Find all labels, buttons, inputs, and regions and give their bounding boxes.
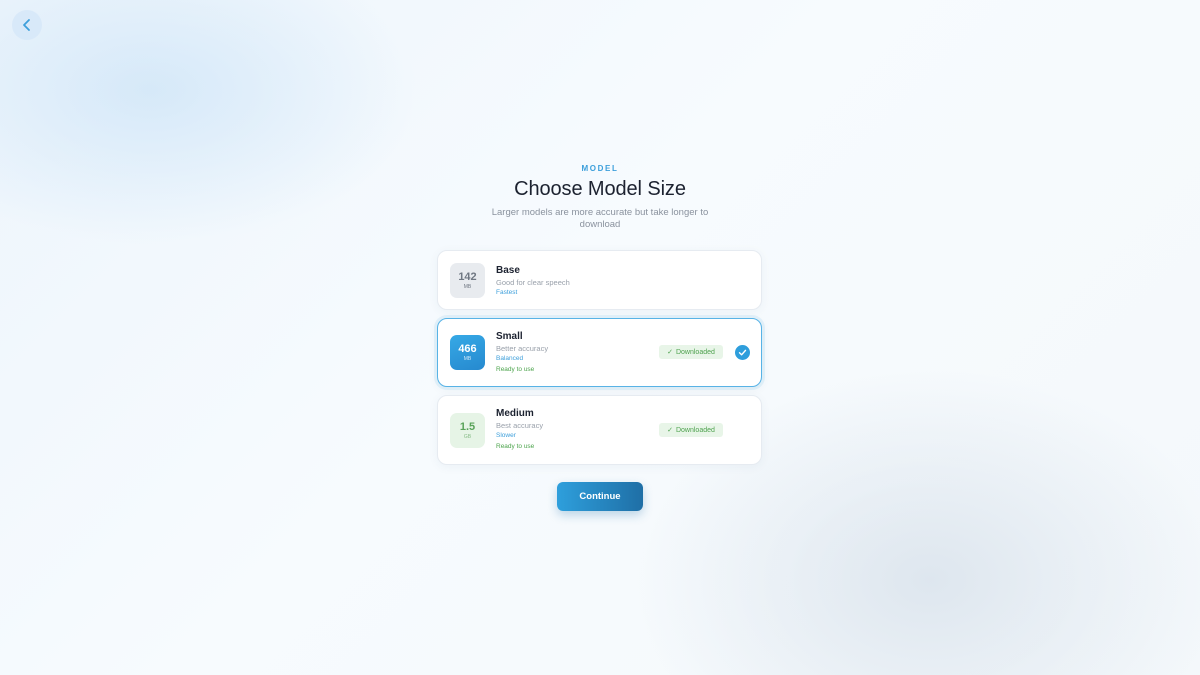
model-info: Small Better accuracy Balanced Ready to …: [496, 331, 548, 375]
page-title: Choose Model Size: [514, 178, 686, 200]
model-info: Medium Best accuracy Slower Ready to use: [496, 408, 543, 452]
badge-label: Downloaded: [675, 348, 715, 356]
model-size-tile: 142 MB: [450, 263, 485, 298]
model-size-value: 466: [458, 342, 477, 355]
model-size-tile: 1.5 GB: [450, 413, 485, 448]
check-icon: ✓: [667, 427, 673, 434]
model-selection-screen: MODEL Choose Model Size Larger models ar…: [0, 0, 1200, 675]
model-status: Ready to use: [496, 443, 535, 450]
model-name: Medium: [496, 408, 534, 419]
model-status: Ready to use: [496, 366, 535, 373]
downloaded-badge: ✓ Downloaded: [659, 423, 723, 437]
model-speed: Balanced: [496, 355, 524, 362]
model-size-unit: GB: [463, 433, 472, 440]
model-info: Base Good for clear speech Fastest: [496, 265, 570, 298]
model-speed: Fastest: [496, 289, 518, 296]
model-card-small[interactable]: 466 MB Small Better accuracy Balanced Re…: [437, 318, 762, 387]
model-speed: Slower: [496, 432, 516, 439]
model-size-value: 142: [458, 270, 477, 283]
section-eyebrow: MODEL: [581, 164, 619, 173]
model-name: Small: [496, 331, 523, 342]
badge-label: Downloaded: [675, 426, 715, 434]
model-card-base[interactable]: 142 MB Base Good for clear speech Fastes…: [437, 250, 762, 310]
model-size-unit: MB: [463, 355, 472, 362]
page-subtitle: Larger models are more accurate but take…: [491, 207, 709, 230]
check-circle-icon: [735, 345, 750, 360]
model-size-tile: 466 MB: [450, 335, 485, 370]
model-size-unit: MB: [463, 283, 472, 290]
model-description: Best accuracy: [496, 421, 544, 430]
model-description: Good for clear speech: [496, 278, 570, 287]
model-description: Better accuracy: [496, 344, 549, 353]
model-card-medium[interactable]: 1.5 GB Medium Best accuracy Slower Ready…: [437, 395, 762, 465]
downloaded-badge: ✓ Downloaded: [659, 345, 723, 359]
model-name: Base: [496, 265, 520, 276]
check-icon: ✓: [667, 349, 673, 356]
model-size-value: 1.5: [459, 420, 476, 433]
continue-button[interactable]: Continue: [557, 482, 643, 511]
